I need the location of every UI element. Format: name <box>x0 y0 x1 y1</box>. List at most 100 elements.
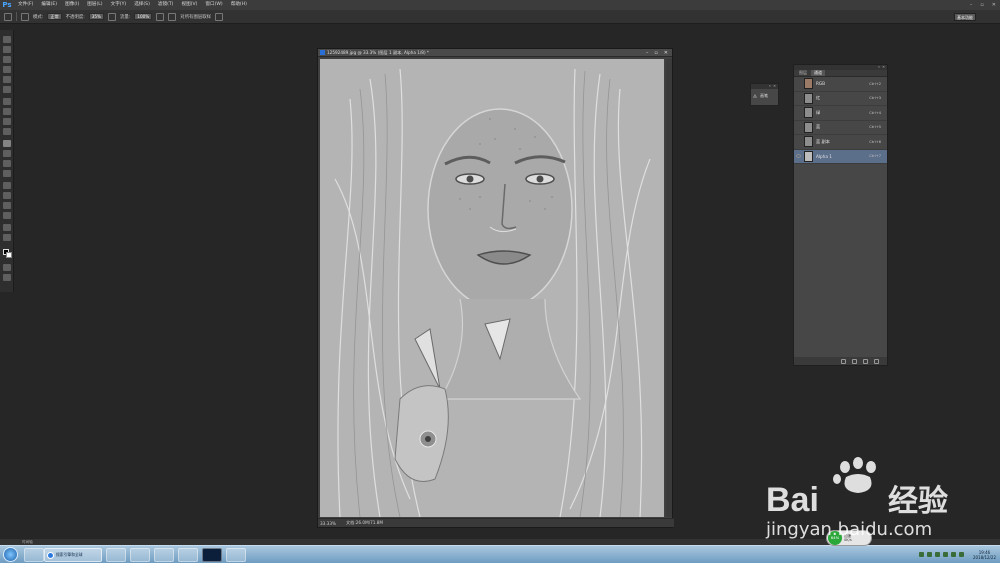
visibility-eye-icon[interactable] <box>796 96 801 100</box>
toolbox <box>0 30 14 292</box>
tab-channels[interactable]: 通道 <box>811 70 825 76</box>
type-tool-icon[interactable] <box>3 192 11 199</box>
crop-tool-icon[interactable] <box>3 76 11 83</box>
minimize-button[interactable]: – <box>970 0 973 10</box>
menu-image[interactable]: 图像(I) <box>61 0 83 10</box>
channel-row[interactable]: RGB Ctrl+2 <box>794 77 887 92</box>
restore-button[interactable]: ▫ <box>980 0 983 10</box>
channel-row[interactable]: 红 Ctrl+3 <box>794 92 887 106</box>
taskbar-photoshop-icon[interactable] <box>202 548 222 562</box>
shape-tool-icon[interactable] <box>3 212 11 219</box>
menu-type[interactable]: 文字(Y) <box>107 0 131 10</box>
delete-channel-icon[interactable] <box>874 358 879 364</box>
menu-filter[interactable]: 滤镜(T) <box>154 0 178 10</box>
channel-row[interactable]: 蓝 副本 Ctrl+6 <box>794 135 887 150</box>
stamp-tool-icon[interactable] <box>3 118 11 125</box>
brush-tool-icon[interactable] <box>3 108 11 115</box>
ie-icon <box>47 551 54 559</box>
background-color-swatch[interactable] <box>6 252 12 258</box>
menu-view[interactable]: 视图(V) <box>177 0 201 10</box>
panel-close-icon[interactable]: ✕ <box>882 65 885 70</box>
taskbar-folder-icon[interactable] <box>154 548 174 562</box>
brush-preset-icon[interactable] <box>21 12 29 21</box>
quick-mask-icon[interactable] <box>3 264 11 271</box>
pressure-size-icon[interactable] <box>215 12 224 21</box>
visibility-eye-icon[interactable] <box>796 125 801 129</box>
taskbar-app-icon[interactable] <box>226 548 246 562</box>
zoom-level[interactable]: 33.33% <box>320 521 336 526</box>
ps-document-icon <box>320 50 325 55</box>
zoom-tool-icon[interactable] <box>3 234 11 241</box>
visibility-eye-icon[interactable] <box>796 111 801 115</box>
save-selection-icon[interactable] <box>852 358 857 364</box>
start-button[interactable] <box>3 547 18 562</box>
new-channel-icon[interactable] <box>863 358 868 364</box>
eraser-tool-icon[interactable] <box>3 140 11 147</box>
channel-name: 绿 <box>816 109 821 115</box>
clock[interactable]: 19:46 2018/12/22 <box>973 550 996 560</box>
workspace-select[interactable]: 基本功能 <box>954 13 976 21</box>
image-canvas[interactable] <box>320 59 664 517</box>
doc-close-button[interactable]: ✕ <box>664 49 668 57</box>
mode-select[interactable]: 正常 <box>47 13 62 20</box>
document-size-info[interactable]: 文档:26.0M/71.8M <box>346 520 383 526</box>
pen-tool-icon[interactable] <box>3 182 11 189</box>
collapse-icon[interactable]: « <box>769 84 771 89</box>
taskbar-wechat-icon[interactable] <box>130 548 150 562</box>
doc-minimize-button[interactable]: – <box>646 49 649 57</box>
tray-icon[interactable] <box>942 552 948 557</box>
history-brush-tool-icon[interactable] <box>3 128 11 135</box>
tab-layers[interactable]: 图层 <box>796 70 810 76</box>
flow-field[interactable]: 100% <box>134 13 153 20</box>
network-icon[interactable] <box>958 552 964 557</box>
taskbar-browser-icon[interactable] <box>106 548 126 562</box>
load-selection-icon[interactable] <box>841 358 846 364</box>
vertical-scrollbar[interactable] <box>666 59 672 517</box>
gradient-tool-icon[interactable] <box>3 150 11 157</box>
hand-tool-icon[interactable] <box>3 224 11 231</box>
visibility-eye-icon[interactable] <box>796 140 801 144</box>
opacity-field[interactable]: 35% <box>88 13 105 20</box>
menu-layer[interactable]: 图层(L) <box>83 0 106 10</box>
visibility-eye-icon[interactable] <box>796 82 801 86</box>
brush-panel-button[interactable]: ⁂ 画笔 <box>751 89 778 103</box>
tray-icon[interactable] <box>926 552 932 557</box>
brush-icon: ⁂ <box>753 93 757 99</box>
collapse-icon[interactable]: « <box>878 65 880 70</box>
menu-edit[interactable]: 编辑(E) <box>37 0 61 10</box>
doc-restore-button[interactable]: ▫ <box>654 49 657 57</box>
tool-preset-icon[interactable] <box>4 12 12 21</box>
airbrush-icon[interactable] <box>156 12 165 21</box>
blur-tool-icon[interactable] <box>3 160 11 167</box>
visibility-eye-icon[interactable] <box>796 154 801 159</box>
menu-select[interactable]: 选择(S) <box>130 0 154 10</box>
lasso-tool-icon[interactable] <box>3 56 11 63</box>
channel-row[interactable]: 蓝 Ctrl+5 <box>794 121 887 135</box>
taskbar-app-icon[interactable] <box>178 548 198 562</box>
marquee-tool-icon[interactable] <box>3 46 11 53</box>
menu-window[interactable]: 窗口(W) <box>201 0 226 10</box>
document-tab[interactable]: 12592489.jpg @ 33.3% (图层 1 副本, Alpha 1/8… <box>318 49 672 57</box>
tray-icon[interactable] <box>918 552 924 557</box>
sample-all-checkbox[interactable] <box>168 12 177 21</box>
healing-tool-icon[interactable] <box>3 98 11 105</box>
taskbar-app-icon[interactable] <box>24 548 44 562</box>
menu-help[interactable]: 帮助(H) <box>227 0 251 10</box>
channel-name: 蓝 副本 <box>816 138 830 144</box>
channel-row[interactable]: Alpha 1 Ctrl+7 <box>794 149 887 164</box>
tray-icon[interactable] <box>934 552 940 557</box>
menu-file[interactable]: 文件(F) <box>14 0 37 10</box>
move-tool-icon[interactable] <box>3 36 11 43</box>
eyedropper-tool-icon[interactable] <box>3 86 11 93</box>
taskbar-ie-task[interactable]: 搜索引擎和全球 <box>44 548 102 562</box>
panel-close-icon[interactable]: ✕ <box>773 84 776 89</box>
opacity-label: 不透明度: <box>65 14 85 20</box>
volume-icon[interactable] <box>950 552 956 557</box>
quick-select-tool-icon[interactable] <box>3 66 11 73</box>
channel-row[interactable]: 绿 Ctrl+4 <box>794 106 887 121</box>
dodge-tool-icon[interactable] <box>3 170 11 177</box>
screen-mode-icon[interactable] <box>3 274 11 281</box>
path-select-tool-icon[interactable] <box>3 202 11 209</box>
close-button[interactable]: ✕ <box>992 0 996 10</box>
pressure-opacity-icon[interactable] <box>108 12 117 21</box>
